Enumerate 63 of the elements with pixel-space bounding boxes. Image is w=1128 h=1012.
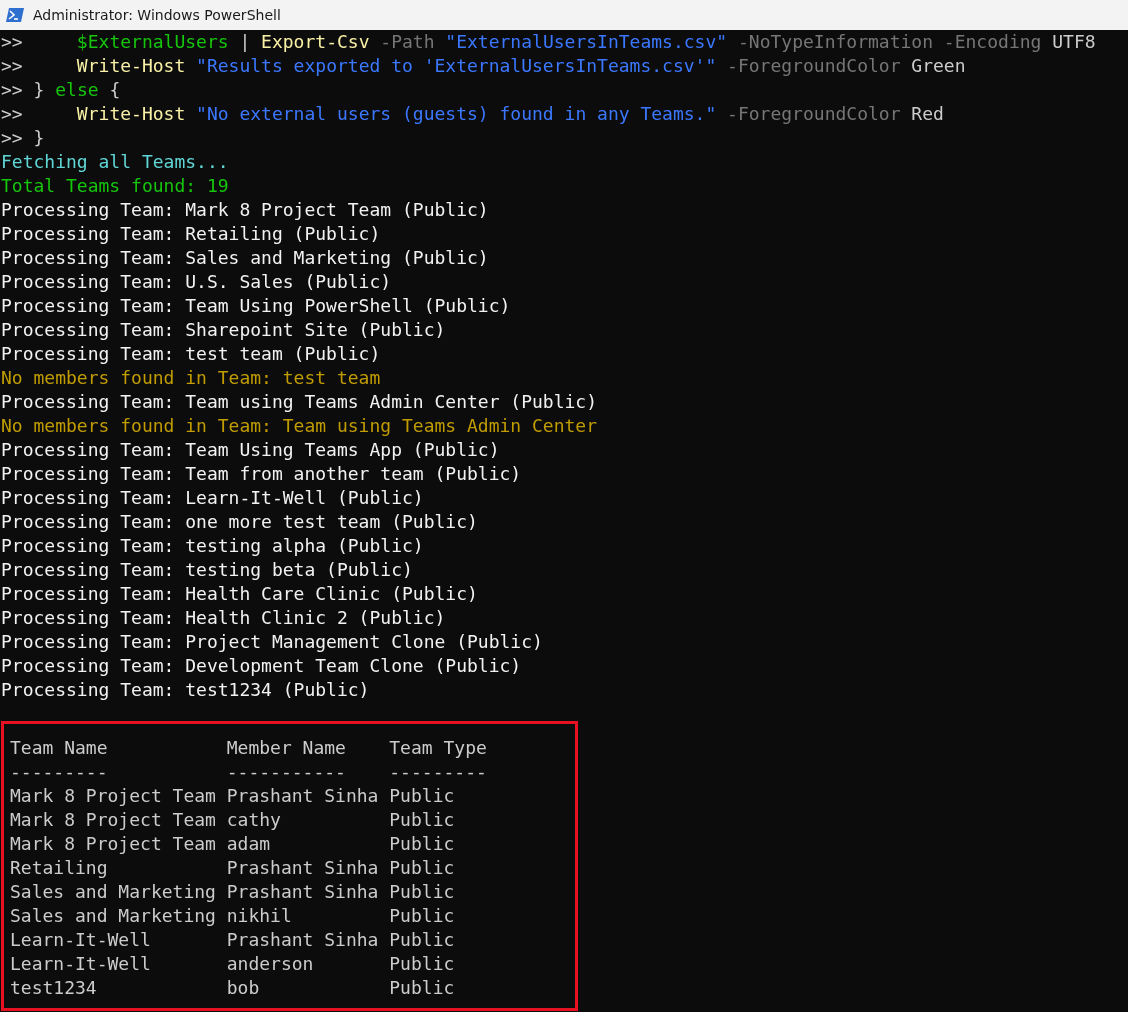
table-cell: Public <box>389 832 455 856</box>
code-line: >> Write-Host "No external users (guests) found in any Teams." -ForegroundColor Red <box>1 102 944 126</box>
output-line: Processing Team: Team Using Teams App (Public) <box>1 438 500 462</box>
table-cell-text: adam <box>226 832 272 856</box>
table-cell-text: Retailing <box>10 856 109 880</box>
output-line: Processing Team: U.S. Sales (Public) <box>1 270 392 294</box>
output-line: Processing Team: test team (Public) <box>1 342 381 366</box>
output-line: Processing Team: testing beta (Public) <box>1 558 413 582</box>
table-cell: Public <box>389 928 455 952</box>
code-line: >> $ExternalUsers | Export-Csv -Path "ExternalUsersInTeams.csv" -NoTypeInformation -Encoding UTF8 <box>1 30 1096 54</box>
column-header: Team Type <box>389 736 487 760</box>
code-line: >> } else { <box>1 78 121 102</box>
output-line: Processing Team: Learn-It-Well (Public) <box>1 486 424 510</box>
output-line: No members found in Team: Team using Teams Admin Center <box>1 414 598 438</box>
powershell-icon <box>5 7 25 23</box>
table-cell-text: Prashant Sinha <box>226 880 380 904</box>
table-cell-text: Mark 8 Project Team <box>10 832 217 856</box>
table-cell-text: bob <box>226 976 261 1000</box>
window-title: Administrator: Windows PowerShell <box>33 7 281 23</box>
output-line: Processing Team: Sharepoint Site (Public) <box>1 318 446 342</box>
header-underline: --------- <box>389 760 487 784</box>
output-line: Processing Team: Team Using PowerShell (Public) <box>1 294 511 318</box>
table-cell-text: Learn-It-Well <box>10 952 152 976</box>
table-cell-text: Sales and Marketing <box>10 904 217 928</box>
table-cell-text: Prashant Sinha <box>226 928 380 952</box>
code-line: >> } <box>1 126 45 150</box>
output-line: Processing Team: Team from another team (Public) <box>1 462 522 486</box>
table-cell: Public <box>389 856 455 880</box>
table-cell-text: anderson <box>226 952 315 976</box>
table-cell-text: test1234 <box>10 976 98 1000</box>
output-line: Fetching all Teams... <box>1 150 229 174</box>
output-line: Processing Team: Project Management Clone (Public) <box>1 630 543 654</box>
table-cell: Public <box>389 952 455 976</box>
table-cell-text: Mark 8 Project Team <box>10 808 217 832</box>
header-underline: ----------- <box>226 760 347 784</box>
code-line: >> Write-Host "Results exported to 'ExternalUsersInTeams.csv'" -ForegroundColor Green <box>1 54 966 78</box>
table-cell: Public <box>389 784 455 808</box>
table-cell-text: Learn-It-Well <box>10 928 152 952</box>
output-line: Processing Team: test1234 (Public) <box>1 678 370 702</box>
output-line: Processing Team: Team using Teams Admin Center (Public) <box>1 390 598 414</box>
table-cell-text: Prashant Sinha <box>226 856 380 880</box>
output-line: Processing Team: Mark 8 Project Team (Public) <box>1 198 489 222</box>
output-line: Processing Team: one more test team (Public) <box>1 510 478 534</box>
output-line: Total Teams found: 19 <box>1 174 229 198</box>
column-header: Team Name <box>10 736 109 760</box>
output-line: Processing Team: Sales and Marketing (Public) <box>1 246 489 270</box>
table-cell-text: Mark 8 Project Team <box>10 784 217 808</box>
table-cell-text: nikhil <box>226 904 293 928</box>
header-underline: --------- <box>10 760 109 784</box>
table-cell-text: Sales and Marketing <box>10 880 217 904</box>
table-cell: Public <box>389 904 455 928</box>
output-line: Processing Team: Development Team Clone (Public) <box>1 654 522 678</box>
output-line: Processing Team: testing alpha (Public) <box>1 534 424 558</box>
output-line: Processing Team: Health Clinic 2 (Public) <box>1 606 446 630</box>
column-header: Member Name <box>226 736 347 760</box>
output-line: No members found in Team: test team <box>1 366 381 390</box>
table-cell-text: cathy <box>226 808 282 832</box>
table-cell: Public <box>389 880 455 904</box>
table-cell: Public <box>389 976 455 1000</box>
table-cell: Public <box>389 808 455 832</box>
table-cell-text: Prashant Sinha <box>226 784 380 808</box>
output-line: Processing Team: Retailing (Public) <box>1 222 381 246</box>
output-line: Processing Team: Health Care Clinic (Public) <box>1 582 478 606</box>
